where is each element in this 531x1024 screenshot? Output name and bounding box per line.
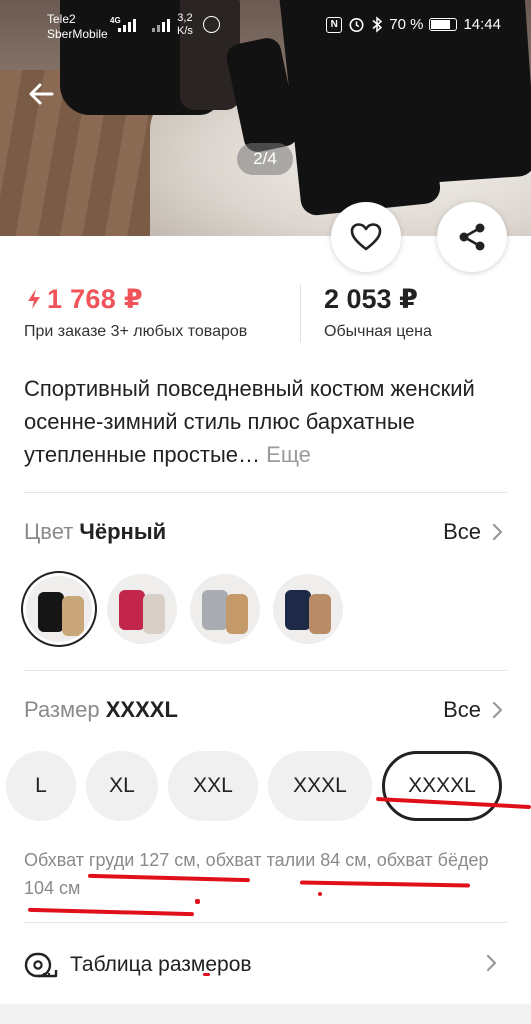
swatch-garment: [119, 590, 145, 630]
sale-price-value: 1 768 ₽: [47, 284, 143, 314]
size-label-text: Размер: [24, 697, 100, 722]
sale-price-note: При заказе 3+ любых товаров: [24, 323, 248, 340]
annotation-dot: [195, 899, 200, 904]
color-label: Цвет Чёрный: [24, 519, 166, 545]
divider: [24, 492, 507, 493]
divider: [24, 922, 507, 923]
heart-icon: [350, 223, 382, 251]
swatch-garment: [226, 594, 248, 634]
signal-2-icon: [152, 18, 170, 32]
size-selected: XXXXL: [105, 697, 178, 722]
color-swatch-crimson[interactable]: [107, 574, 177, 644]
gallery-page-counter: 2/4: [237, 143, 293, 175]
swatch-garment: [143, 594, 165, 634]
size-table-row[interactable]: Таблица размеров: [24, 940, 507, 990]
regular-price-note: Обычная цена: [324, 323, 432, 340]
product-title[interactable]: Спортивный повседневный костюм женский о…: [24, 372, 504, 471]
lightning-icon: [28, 289, 40, 309]
whatsapp-icon: [203, 16, 220, 33]
chevron-right-icon: [486, 954, 497, 972]
divider: [24, 670, 507, 671]
annotation-dot: [318, 892, 322, 896]
product-title-text: Спортивный повседневный костюм женский о…: [24, 376, 475, 467]
annotation-mark: [27, 907, 195, 917]
size-option-xl[interactable]: XL: [86, 751, 158, 821]
chevron-right-icon: [492, 701, 503, 719]
color-swatch-navy[interactable]: [273, 574, 343, 644]
back-button[interactable]: [22, 74, 62, 114]
color-swatch-grey[interactable]: [190, 574, 260, 644]
battery-percent: 70 %: [389, 16, 424, 33]
bottom-section-edge: [0, 1004, 531, 1024]
carrier-2: SberMobile: [47, 27, 108, 41]
size-table-label: Таблица размеров: [70, 953, 252, 976]
swatch-garment: [202, 590, 228, 630]
regular-price: 2 053 ₽: [324, 284, 418, 314]
favorite-button[interactable]: [331, 202, 401, 272]
price-divider: [300, 284, 301, 342]
status-right: N 70 % 14:44: [326, 16, 501, 33]
title-more-link[interactable]: Еще: [266, 442, 311, 467]
speed-value: 3,2: [177, 12, 193, 24]
size-all-label: Все: [443, 697, 481, 722]
price-block: 1 768 ₽ При заказе 3+ любых товаров 2 05…: [0, 284, 531, 344]
share-icon: [459, 223, 485, 251]
alarm-icon: [349, 18, 364, 32]
color-all-button[interactable]: Все: [443, 519, 503, 545]
color-swatch-black[interactable]: [26, 576, 92, 642]
swatch-garment: [309, 594, 331, 634]
clock: 14:44: [463, 16, 501, 33]
measuring-tape-icon: [24, 952, 58, 978]
chevron-right-icon: [492, 523, 503, 541]
size-option-xxl[interactable]: XXL: [168, 751, 258, 821]
swatch-garment: [62, 596, 84, 636]
color-all-label: Все: [443, 519, 481, 544]
color-selected: Чёрный: [79, 519, 167, 544]
signal-1-icon: [118, 18, 136, 32]
size-options: L XL XXL XXXL XXXXL: [6, 751, 502, 821]
network-speed: 3,2 K/s: [177, 12, 193, 38]
color-label-text: Цвет: [24, 519, 74, 544]
swatch-garment: [38, 592, 64, 632]
size-label: Размер XXXXL: [24, 697, 178, 723]
share-button[interactable]: [437, 202, 507, 272]
carrier-names: Tele2 SberMobile: [47, 12, 108, 42]
annotation-dot: [203, 973, 210, 976]
bluetooth-icon: [372, 16, 383, 33]
swatch-garment: [285, 590, 311, 630]
status-bar: Tele2 SberMobile 4G 3,2 K/s N 70 % 14:44: [0, 12, 531, 42]
nfc-icon: N: [326, 16, 343, 33]
carrier-1: Tele2: [47, 12, 76, 26]
size-option-xxxxl[interactable]: XXXXL: [382, 751, 502, 821]
battery-icon: [429, 18, 458, 31]
speed-unit: K/s: [177, 25, 193, 37]
sale-price: 1 768 ₽: [27, 284, 143, 315]
size-all-button[interactable]: Все: [443, 697, 503, 723]
arrow-left-icon: [29, 83, 54, 105]
size-option-xxxl[interactable]: XXXL: [268, 751, 372, 821]
color-swatches: [24, 574, 343, 644]
size-option-l[interactable]: L: [6, 751, 76, 821]
